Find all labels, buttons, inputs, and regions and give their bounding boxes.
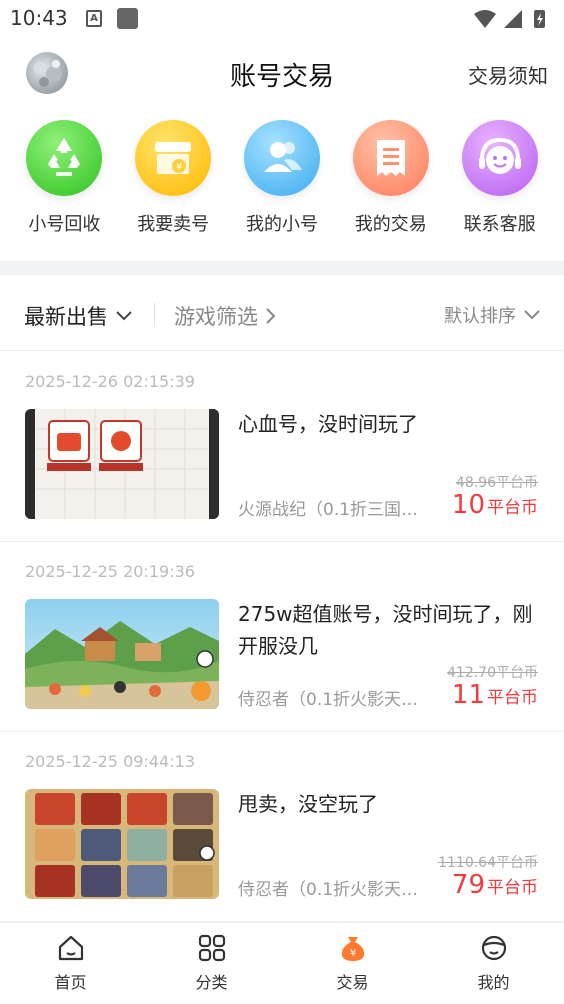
listing-thumbnail: [25, 409, 219, 519]
price-unit: 平台币: [487, 498, 538, 518]
list-item[interactable]: 2025-12-26 02:15:39 心血号，没时间玩了 火源战纪（0.1折三…: [0, 352, 564, 542]
trade-bag-icon: ¥: [341, 937, 364, 961]
listing-time: 2025-12-25 20:19:36: [25, 562, 195, 581]
quick-entry-my-trades[interactable]: 我的交易: [341, 120, 441, 245]
trade-notice-link[interactable]: 交易须知: [468, 60, 548, 89]
quick-entry-sell[interactable]: ¥ 我要卖号: [123, 120, 223, 245]
listing-price: 11 平台币: [452, 680, 538, 710]
tab-home[interactable]: 首页: [0, 923, 141, 1004]
svg-text:¥: ¥: [176, 162, 182, 173]
listing-thumbnail: [25, 789, 219, 899]
quick-entry-my-accounts[interactable]: 我的小号: [232, 120, 332, 245]
listing-original-price: 412.70平台币: [447, 665, 538, 681]
sort-label: 默认排序: [444, 306, 516, 327]
home-icon: [58, 935, 83, 961]
listing-time: 2025-12-26 02:15:39: [25, 372, 195, 391]
tab-profile[interactable]: 我的: [423, 923, 564, 1004]
bottom-tab-bar: 首页 分类 ¥ 交易 我的: [0, 922, 564, 1004]
quick-entry-label: 我的小号: [245, 214, 318, 235]
filter-divider: [154, 303, 155, 325]
tab-label: 分类: [195, 973, 228, 992]
listing-list: 2025-12-26 02:15:39 心血号，没时间玩了 火源战纪（0.1折三…: [0, 352, 564, 922]
chevron-down-icon: [524, 310, 540, 320]
newest-filter[interactable]: 最新出售: [24, 301, 132, 331]
chevron-right-icon: [266, 308, 276, 324]
headset-icon: [461, 120, 538, 196]
listing-price: 10 平台币: [452, 490, 538, 520]
price-unit: 平台币: [487, 878, 538, 898]
app-notification-icon: [117, 8, 138, 29]
profile-icon: [481, 935, 506, 961]
quick-entry-recycle[interactable]: 小号回收: [14, 120, 114, 245]
listing-game: 火源战纪（0.1折三国计策）: [238, 500, 434, 520]
quick-entry-label: 小号回收: [28, 214, 101, 235]
section-divider: [0, 261, 564, 275]
sort-dropdown[interactable]: 默认排序: [444, 302, 540, 328]
listing-price: 79 平台币: [452, 870, 538, 900]
quick-entry-customer-service[interactable]: 联系客服: [450, 120, 550, 245]
quick-entry-label: 我要卖号: [137, 214, 210, 235]
tab-category[interactable]: 分类: [141, 923, 282, 1004]
signal-icon: [504, 10, 522, 28]
listing-title: 心血号，没时间玩了: [238, 412, 418, 436]
users-icon: [243, 120, 320, 196]
chevron-down-icon: [116, 311, 132, 321]
header: 账号交易 交易须知: [0, 38, 564, 110]
filter-bar: 最新出售 游戏筛选 默认排序: [0, 275, 564, 351]
listing-title: 甩卖，没空玩了: [238, 792, 378, 816]
list-item[interactable]: 2025-12-25 09:44:13 甩卖，没空玩了 侍忍者（0.1折火影天天…: [0, 732, 564, 922]
system-status-icons: [474, 10, 545, 28]
tab-label: 我的: [477, 973, 510, 992]
status-bar: 10:43 A: [0, 0, 564, 38]
listing-original-price: 48.96平台币: [455, 475, 538, 491]
listing-game: 侍忍者（0.1折火影天天送）: [238, 690, 434, 710]
tab-label: 首页: [54, 973, 87, 992]
quick-entry-label: 联系客服: [463, 214, 536, 235]
quick-entries: 小号回收 ¥ 我要卖号 我的小号 我的交易 联系客服: [0, 120, 564, 245]
price-unit: 平台币: [487, 688, 538, 708]
game-filter[interactable]: 游戏筛选: [174, 301, 276, 331]
shop-icon: ¥: [135, 120, 212, 196]
receipt-icon: [352, 120, 429, 196]
keyboard-notification-icon: A: [86, 10, 102, 27]
tab-trade[interactable]: ¥ 交易: [282, 923, 423, 1004]
quick-entry-label: 我的交易: [354, 214, 427, 235]
category-icon: [198, 934, 225, 962]
newest-filter-label: 最新出售: [24, 305, 108, 329]
svg-text:¥: ¥: [349, 948, 355, 959]
price-value: 10: [451, 490, 485, 520]
listing-original-price: 1110.64平台币: [438, 855, 538, 871]
price-value: 11: [451, 680, 485, 710]
listing-time: 2025-12-25 09:44:13: [25, 752, 195, 771]
list-item[interactable]: 2025-12-25 20:19:36 275w超值账号，没时间玩了，刚开服没几…: [0, 542, 564, 732]
status-time: 10:43: [10, 6, 68, 30]
wifi-icon: [474, 10, 496, 28]
listing-title: 275w超值账号，没时间玩了，刚开服没几: [238, 602, 533, 658]
tab-label: 交易: [336, 973, 369, 992]
listing-thumbnail: [25, 599, 219, 709]
game-filter-label: 游戏筛选: [174, 305, 258, 329]
price-value: 79: [451, 870, 485, 900]
listing-game: 侍忍者（0.1折火影天天送）: [238, 880, 434, 900]
recycle-icon: [26, 120, 103, 196]
